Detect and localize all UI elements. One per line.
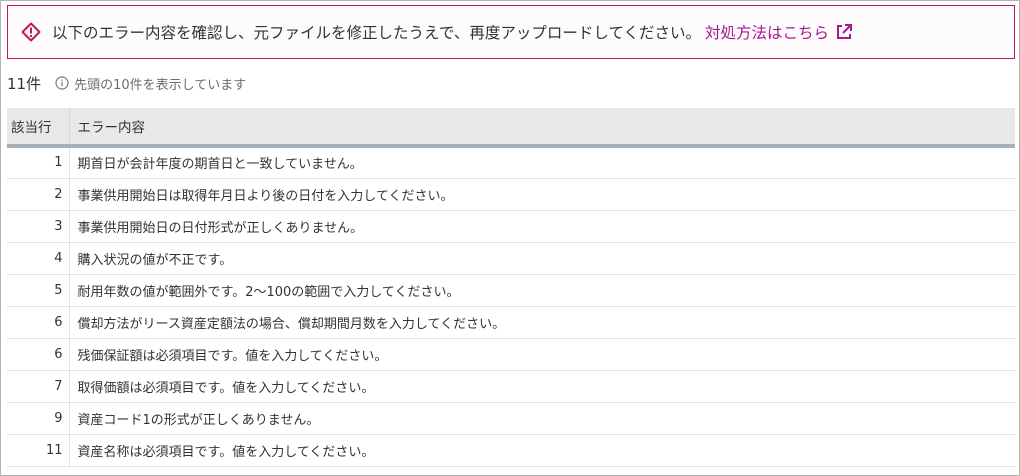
row-error-message: 償却方法がリース資産定額法の場合、償却期間月数を入力してください。: [69, 306, 1015, 339]
row-error-message: 耐用年数の値が範囲外です。2〜100の範囲で入力してください。: [69, 274, 1015, 307]
info-circle-icon: [55, 76, 69, 90]
table-row: 9 資産コード1の形式が正しくありません。: [7, 402, 1015, 435]
row-line-number: 3: [7, 210, 70, 243]
row-error-message: 期首日が会計年度の期首日と一致していません。: [69, 146, 1015, 179]
row-line-number: 5: [7, 274, 70, 307]
table-row: 11 資産名称は必須項目です。値を入力してください。: [7, 434, 1015, 467]
external-link-icon: [835, 23, 853, 41]
row-error-message: 事業供用開始日の日付形式が正しくありません。: [69, 210, 1015, 243]
table-row: 6 償却方法がリース資産定額法の場合、償却期間月数を入力してください。: [7, 306, 1015, 339]
table-header: 該当行 エラー内容: [7, 108, 1015, 148]
row-error-message: 購入状況の値が不正です。: [69, 242, 1015, 275]
table-row: 4 購入状況の値が不正です。: [7, 242, 1015, 275]
row-error-message: 資産名称は必須項目です。値を入力してください。: [69, 434, 1015, 467]
row-error-message: 事業供用開始日は取得年月日より後の日付を入力してください。: [69, 178, 1015, 211]
row-line-number: 6: [7, 306, 70, 339]
row-error-message: 残価保証額は必須項目です。値を入力してください。: [69, 338, 1015, 371]
row-line-number: 1: [7, 146, 70, 179]
table-row: 7 取得価額は必須項目です。値を入力してください。: [7, 370, 1015, 403]
column-header-message: エラー内容: [69, 108, 1015, 148]
result-summary: 11件 先頭の10件を表示しています: [7, 72, 246, 94]
error-count: 11件: [7, 74, 42, 93]
row-line-number: 2: [7, 178, 70, 211]
row-line-number: 4: [7, 242, 70, 275]
table-row: 2 事業供用開始日は取得年月日より後の日付を入力してください。: [7, 178, 1015, 211]
remedy-link[interactable]: 対処方法はこちら: [705, 21, 853, 43]
table-body: 1 期首日が会計年度の期首日と一致していません。 2 事業供用開始日は取得年月日…: [7, 146, 1015, 467]
error-table: 該当行 エラー内容 1 期首日が会計年度の期首日と一致していません。 2 事業供…: [7, 108, 1015, 467]
row-error-message: 資産コード1の形式が正しくありません。: [69, 402, 1015, 435]
error-table-container: 該当行 エラー内容 1 期首日が会計年度の期首日と一致していません。 2 事業供…: [7, 108, 1015, 467]
table-header-row: 該当行 エラー内容: [7, 108, 1015, 148]
display-limit-note: 先頭の10件を表示しています: [74, 77, 247, 93]
row-line-number: 11: [7, 434, 70, 467]
row-error-message: 取得価額は必須項目です。値を入力してください。: [69, 370, 1015, 403]
row-line-number: 9: [7, 402, 70, 435]
table-row: 1 期首日が会計年度の期首日と一致していません。: [7, 146, 1015, 179]
warning-diamond-icon: [21, 22, 41, 42]
table-row: 3 事業供用開始日の日付形式が正しくありません。: [7, 210, 1015, 243]
remedy-link-label: 対処方法はこちら: [705, 24, 830, 42]
row-line-number: 6: [7, 338, 70, 371]
row-line-number: 7: [7, 370, 70, 403]
error-alert: 以下のエラー内容を確認し、元ファイルを修正したうえで、再度アップロードしてくださ…: [7, 5, 1015, 59]
alert-message: 以下のエラー内容を確認し、元ファイルを修正したうえで、再度アップロードしてくださ…: [52, 24, 701, 42]
column-header-line: 該当行: [7, 108, 70, 148]
table-row: 5 耐用年数の値が範囲外です。2〜100の範囲で入力してください。: [7, 274, 1015, 307]
table-row: 6 残価保証額は必須項目です。値を入力してください。: [7, 338, 1015, 371]
